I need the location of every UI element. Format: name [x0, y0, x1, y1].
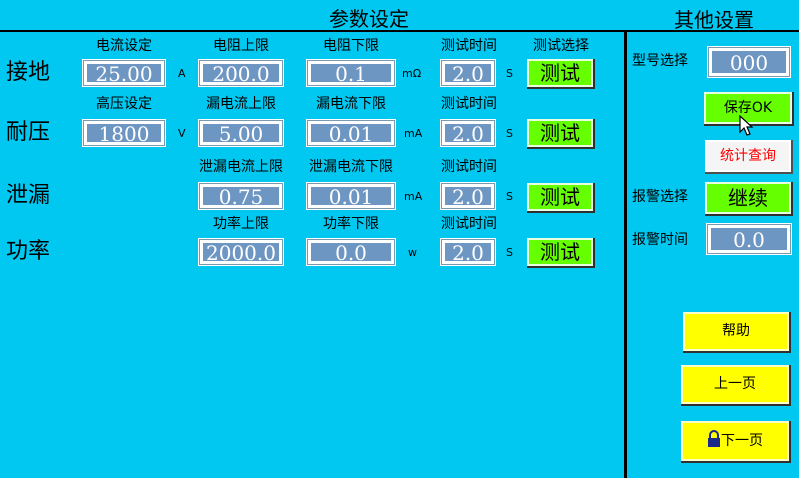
alarm-time-value: 0.0: [710, 227, 788, 251]
power-row-label: 功率: [6, 239, 51, 264]
leakage-test-time-field[interactable]: 2.0: [440, 182, 496, 210]
leakage-upper-label: 泄漏电流上限: [199, 159, 283, 175]
stats-query-button[interactable]: 统计查询: [705, 140, 791, 172]
leakage-row-label: 泄漏: [6, 183, 51, 208]
withstand-test-time-value: 2.0: [444, 123, 492, 143]
power-lower-field[interactable]: 0.0: [306, 238, 396, 266]
header-divider: [0, 30, 626, 32]
next-page-label: 下一页: [721, 433, 763, 449]
ground-test-button[interactable]: 测试: [527, 59, 593, 87]
hv-unit: V: [178, 127, 186, 140]
padlock-icon: [708, 430, 720, 447]
prev-page-button[interactable]: 上一页: [681, 365, 789, 404]
current-set-value: 25.00: [86, 63, 162, 83]
panel-divider: [624, 30, 627, 478]
withstand-test-button[interactable]: 测试: [527, 119, 593, 147]
mouse-pointer-icon: [739, 115, 754, 136]
power-upper-label: 功率上限: [213, 216, 269, 232]
leak-upper-value: 5.00: [202, 123, 280, 143]
res-lower-field[interactable]: 0.1: [306, 59, 396, 87]
leakage-time-unit: S: [506, 190, 513, 203]
power-lower-label: 功率下限: [323, 216, 379, 232]
leakage-test-button[interactable]: 测试: [527, 183, 593, 211]
res-unit: mΩ: [402, 67, 422, 80]
leak-lower-label: 漏电流下限: [316, 96, 386, 112]
leakage-test-time-value: 2.0: [444, 186, 492, 206]
leak-upper-field[interactable]: 5.00: [198, 119, 284, 147]
current-unit: A: [178, 67, 186, 80]
current-set-field[interactable]: 25.00: [82, 59, 166, 87]
alarm-continue-button[interactable]: 继续: [705, 182, 791, 214]
power-test-time-value: 2.0: [444, 242, 492, 262]
power-test-button[interactable]: 测试: [527, 238, 593, 266]
test-select-label: 测试选择: [533, 38, 589, 54]
withstand-row-label: 耐压: [6, 120, 51, 145]
model-select-field[interactable]: 000: [707, 46, 791, 78]
ground-test-time-label: 测试时间: [441, 38, 497, 54]
leakage-lower-value: 0.01: [310, 186, 392, 206]
leak-unit: mA: [404, 127, 423, 140]
page-title: 参数设定: [329, 7, 409, 31]
side-panel-title: 其他设置: [674, 8, 754, 32]
help-button[interactable]: 帮助: [683, 312, 789, 351]
withstand-test-time-field[interactable]: 2.0: [440, 119, 496, 147]
withstand-test-time-label: 测试时间: [441, 96, 497, 112]
power-test-time-field[interactable]: 2.0: [440, 238, 496, 266]
alarm-time-field[interactable]: 0.0: [706, 223, 792, 255]
alarm-time-label: 报警时间: [632, 232, 688, 248]
leak-lower-field[interactable]: 0.01: [306, 119, 396, 147]
res-upper-label: 电阻上限: [213, 38, 269, 54]
ground-row-label: 接地: [6, 60, 51, 85]
leakage-upper-field[interactable]: 0.75: [198, 182, 284, 210]
hv-set-value: 1800: [86, 123, 162, 143]
power-upper-value: 2000.0: [202, 242, 280, 262]
alarm-select-label: 报警选择: [632, 189, 688, 205]
leak-lower-value: 0.01: [310, 123, 392, 143]
res-lower-value: 0.1: [310, 63, 392, 83]
ground-test-time-value: 2.0: [444, 63, 492, 83]
power-lower-value: 0.0: [310, 242, 392, 262]
ground-test-time-field[interactable]: 2.0: [440, 59, 496, 87]
model-select-value: 000: [711, 50, 787, 74]
leakage-test-time-label: 测试时间: [441, 159, 497, 175]
current-set-label: 电流设定: [96, 38, 152, 54]
leakage-unit: mA: [404, 190, 423, 203]
hv-set-label: 高压设定: [96, 96, 152, 112]
hv-set-field[interactable]: 1800: [82, 119, 166, 147]
ground-time-unit: S: [506, 67, 513, 80]
power-upper-field[interactable]: 2000.0: [198, 238, 284, 266]
next-page-button[interactable]: 下一页: [681, 421, 789, 461]
withstand-time-unit: S: [506, 127, 513, 140]
leak-upper-label: 漏电流上限: [206, 96, 276, 112]
res-upper-value: 200.0: [202, 63, 280, 83]
leakage-lower-field[interactable]: 0.01: [306, 182, 396, 210]
power-time-unit: S: [506, 246, 513, 259]
res-upper-field[interactable]: 200.0: [198, 59, 284, 87]
model-select-label: 型号选择: [632, 53, 688, 69]
leakage-upper-value: 0.75: [202, 186, 280, 206]
leakage-lower-label: 泄漏电流下限: [309, 159, 393, 175]
res-lower-label: 电阻下限: [323, 38, 379, 54]
power-unit: w: [408, 246, 417, 259]
power-test-time-label: 测试时间: [441, 216, 497, 232]
